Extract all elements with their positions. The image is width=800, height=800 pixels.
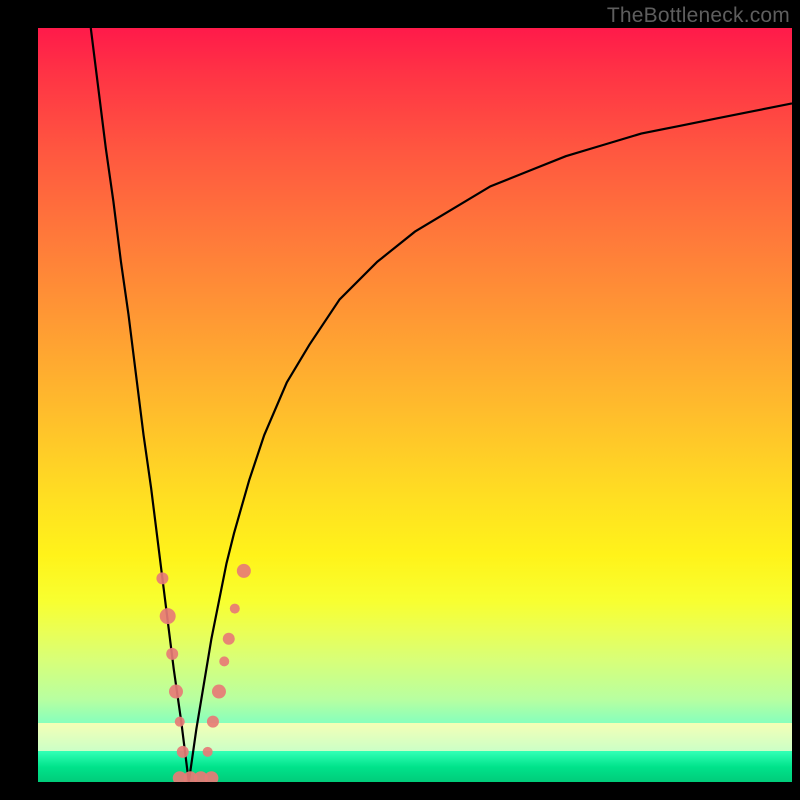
data-marker: [166, 648, 178, 660]
plot-svg: [38, 28, 792, 782]
data-marker: [156, 572, 168, 584]
data-marker: [230, 604, 240, 614]
watermark-text: TheBottleneck.com: [607, 4, 790, 28]
data-marker: [237, 564, 251, 578]
data-marker: [203, 747, 213, 757]
data-marker: [219, 656, 229, 666]
data-marker: [160, 608, 176, 624]
data-marker: [207, 716, 219, 728]
chart-frame: TheBottleneck.com: [0, 0, 800, 800]
plot-area: [38, 28, 792, 782]
data-marker: [223, 633, 235, 645]
data-marker: [175, 717, 185, 727]
data-marker: [204, 771, 218, 782]
data-marker: [177, 746, 189, 758]
data-marker: [169, 685, 183, 699]
data-marker: [212, 685, 226, 699]
bottleneck-curve: [91, 28, 792, 782]
